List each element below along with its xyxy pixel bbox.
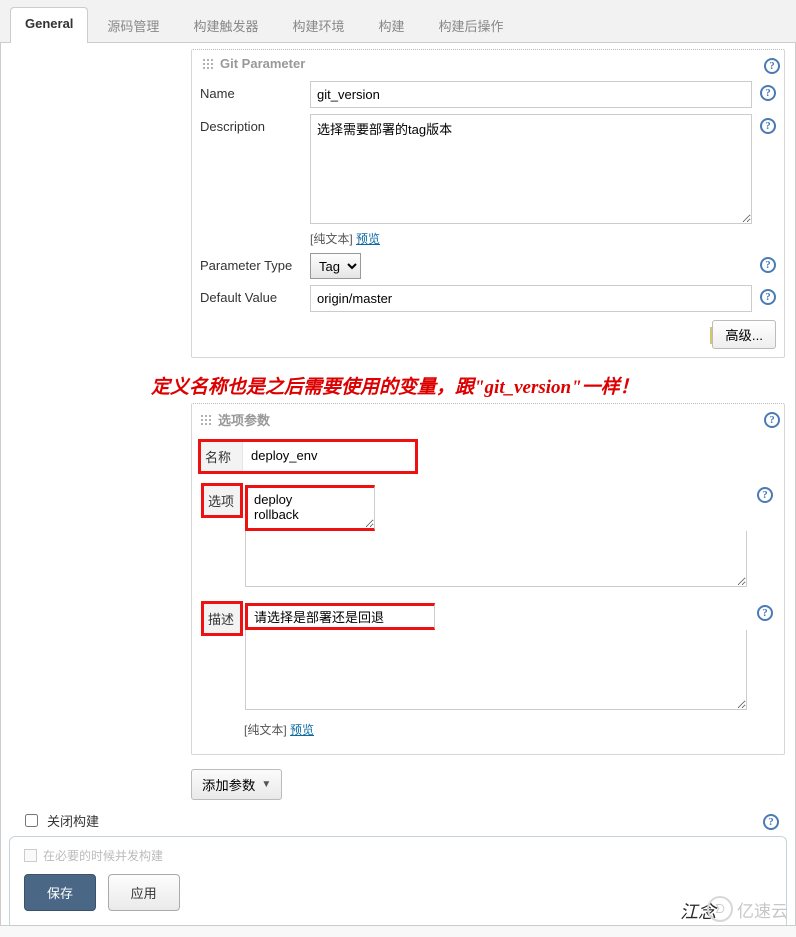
git-parameter-section: ? Git Parameter Name ? Description 选择需要部… (191, 49, 785, 358)
watermark-icon: ᗤ (707, 896, 733, 922)
preview-link[interactable]: 预览 (356, 232, 380, 246)
checkbox-close-build[interactable] (25, 814, 38, 827)
input-git-name[interactable] (310, 81, 752, 108)
checkbox-concurrent-disabled (24, 849, 37, 862)
tab-general[interactable]: General (10, 7, 88, 43)
textarea-choice-options[interactable]: deploy rollback (245, 485, 375, 531)
help-icon[interactable]: ? (757, 487, 773, 503)
label-close-build: 关闭构建 (47, 811, 99, 830)
drag-handle-icon[interactable] (202, 58, 214, 70)
advanced-button[interactable]: 高级... (712, 320, 776, 349)
help-icon[interactable]: ? (757, 605, 773, 621)
label-concurrent: 在必要的时候并发构建 (43, 847, 163, 864)
select-parameter-type[interactable]: Tag (310, 253, 361, 279)
label-parameter-type: Parameter Type (200, 253, 310, 273)
help-icon[interactable]: ? (764, 58, 780, 74)
plain-text-label: [纯文本] (244, 723, 287, 737)
help-icon[interactable]: ? (760, 257, 776, 273)
textarea-git-description[interactable]: 选择需要部署的tag版本 (310, 114, 752, 224)
preview-link[interactable]: 预览 (290, 723, 314, 737)
help-icon[interactable]: ? (763, 814, 779, 830)
section-title-text: Git Parameter (220, 56, 305, 71)
config-tabs: General 源码管理 构建触发器 构建环境 构建 构建后操作 (0, 0, 796, 43)
label-default-value: Default Value (200, 285, 310, 305)
help-icon[interactable]: ? (760, 118, 776, 134)
choice-parameter-section: ? 选项参数 名称 选项 deploy rollback ? (191, 403, 785, 755)
advanced-button-label: 高级... (725, 325, 763, 344)
section-title-text: 选项参数 (218, 410, 270, 429)
label-description: Description (200, 114, 310, 134)
tab-build[interactable]: 构建 (363, 7, 419, 43)
note-icon (710, 327, 712, 344)
footer-bar: 在必要的时候并发构建 保存 应用 (9, 836, 787, 925)
save-button[interactable]: 保存 (24, 874, 96, 911)
label-choice-options: 选项 (201, 483, 243, 518)
help-icon[interactable]: ? (764, 412, 780, 428)
textarea-choice-desc-ext[interactable] (245, 630, 747, 710)
tab-post-build[interactable]: 构建后操作 (423, 7, 518, 43)
watermark: ᗤ 亿速云 (707, 896, 788, 922)
watermark-text: 亿速云 (737, 897, 788, 922)
label-choice-name: 名称 (201, 442, 243, 471)
label-choice-desc: 描述 (201, 601, 243, 636)
help-icon[interactable]: ? (760, 85, 776, 101)
drag-handle-icon[interactable] (200, 414, 212, 426)
input-choice-name[interactable] (245, 444, 413, 467)
section-title-git-parameter: Git Parameter (202, 56, 774, 71)
tab-build-env[interactable]: 构建环境 (277, 7, 359, 43)
apply-button[interactable]: 应用 (108, 874, 180, 911)
add-parameter-button[interactable]: 添加参数 ▼ (191, 769, 282, 800)
tab-triggers[interactable]: 构建触发器 (178, 7, 273, 43)
help-icon[interactable]: ? (760, 289, 776, 305)
tab-scm[interactable]: 源码管理 (92, 7, 174, 43)
input-default-value[interactable] (310, 285, 752, 312)
input-choice-desc[interactable] (245, 603, 435, 630)
annotation-text: 定义名称也是之后需要使用的变量，跟"git_version"一样！ (151, 372, 795, 399)
label-name: Name (200, 81, 310, 101)
add-parameter-label: 添加参数 (202, 775, 255, 794)
plain-text-label: [纯文本] (310, 232, 353, 246)
textarea-choice-options-ext[interactable] (245, 531, 747, 587)
chevron-down-icon: ▼ (261, 779, 271, 790)
section-title-choice: 选项参数 (200, 410, 774, 429)
